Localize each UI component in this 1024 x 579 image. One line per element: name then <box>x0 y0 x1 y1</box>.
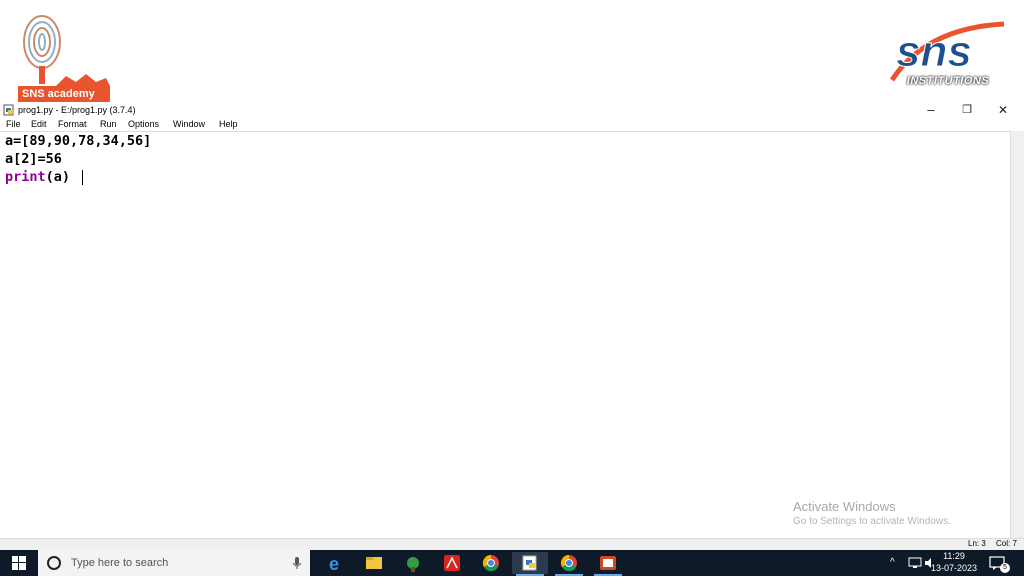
vertical-scrollbar[interactable] <box>1010 131 1024 538</box>
activate-windows-title: Activate Windows <box>793 499 896 514</box>
chrome-app-2[interactable] <box>551 552 587 576</box>
activate-windows-subtitle: Go to Settings to activate Windows. <box>793 516 951 527</box>
menu-format[interactable]: Format <box>58 118 87 131</box>
tray-chevron-icon[interactable]: ^ <box>890 554 895 572</box>
acrobat-icon <box>444 555 460 571</box>
menu-window[interactable]: Window <box>173 118 205 131</box>
status-column: Col: 7 <box>996 539 1017 548</box>
chrome-icon <box>482 554 499 572</box>
chrome-icon <box>560 554 577 572</box>
file-explorer-app[interactable] <box>356 552 392 574</box>
edge-app[interactable]: e <box>318 552 354 574</box>
idle-icon <box>522 555 537 571</box>
text-cursor <box>82 170 83 185</box>
windows-start-icon[interactable] <box>12 556 26 570</box>
svg-text:e: e <box>329 554 339 574</box>
game-icon <box>407 557 419 572</box>
status-line: Ln: 3 <box>968 539 986 548</box>
file-explorer-icon <box>366 557 382 569</box>
restore-button[interactable]: ❐ <box>952 102 982 118</box>
python-file-icon <box>3 104 14 116</box>
menu-run[interactable]: Run <box>100 118 117 131</box>
code-editor[interactable] <box>0 131 1010 539</box>
window-title: prog1.py - E:/prog1.py (3.7.4) <box>18 105 136 115</box>
idle-app[interactable] <box>512 552 548 576</box>
menu-file[interactable]: File <box>6 118 21 131</box>
notification-count-badge: 5 <box>1000 563 1010 573</box>
clock-date[interactable]: 13-07-2023 <box>928 562 980 574</box>
video-banner <box>0 0 1024 104</box>
search-placeholder: Type here to search <box>71 557 169 569</box>
microphone-icon[interactable] <box>292 556 302 570</box>
window-title-bar[interactable] <box>0 103 1024 118</box>
powerpoint-icon <box>600 556 616 570</box>
code-line-2[interactable]: a[2]=56 <box>5 150 62 168</box>
acrobat-app[interactable] <box>434 552 470 574</box>
menu-edit[interactable]: Edit <box>31 118 47 131</box>
code-line-1[interactable]: a=[89,90,78,34,56] <box>5 132 151 150</box>
menu-options[interactable]: Options <box>128 118 159 131</box>
clock-time[interactable]: 11:29 <box>936 551 972 562</box>
sns-brand-text: sns <box>896 27 972 76</box>
print-args: (a) <box>45 169 71 185</box>
minimize-button[interactable]: – <box>916 102 946 118</box>
network-icon[interactable] <box>908 557 922 569</box>
powerpoint-app[interactable] <box>590 552 626 576</box>
institutions-logo-text: INSTITUTIONS <box>906 75 990 87</box>
game-app[interactable] <box>395 552 431 574</box>
close-button[interactable]: ✕ <box>988 102 1018 118</box>
cortana-icon <box>47 556 61 570</box>
code-line-3[interactable]: print(a) <box>5 168 70 186</box>
menu-help[interactable]: Help <box>219 118 238 131</box>
chrome-app[interactable] <box>473 552 509 574</box>
status-bar <box>0 538 1024 550</box>
sns-academy-logo-text: SNS academy <box>18 86 110 102</box>
print-keyword: print <box>5 169 46 185</box>
edge-icon: e <box>329 554 339 574</box>
